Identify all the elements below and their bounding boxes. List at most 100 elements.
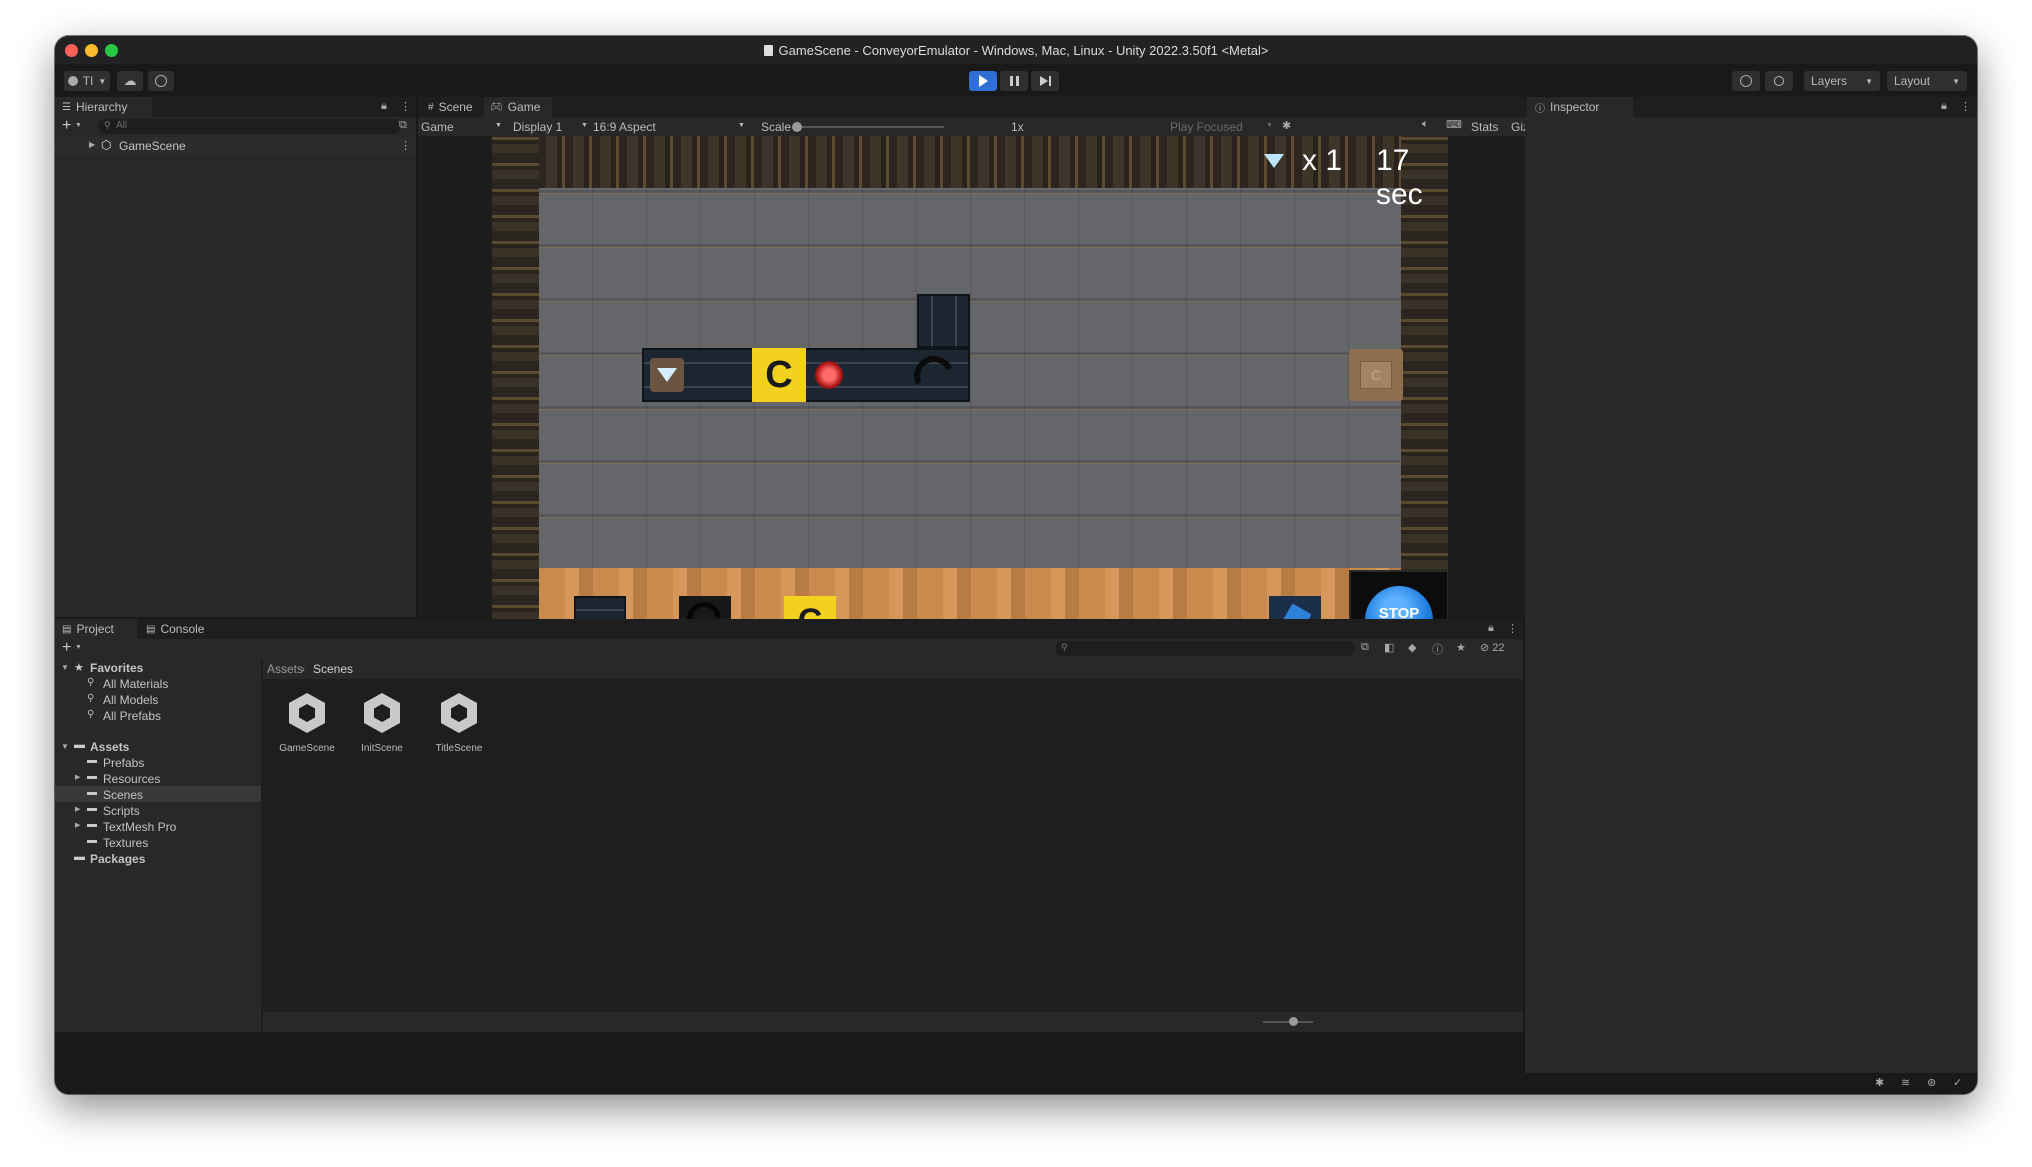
- hidden-count: 22: [1492, 642, 1505, 654]
- favorite-all-prefabs[interactable]: All Prefabs: [103, 709, 161, 723]
- play-focused-dropdown[interactable]: Play Focused ▼: [1170, 120, 1273, 134]
- window-title: GameScene - ConveyorEmulator - Windows, …: [55, 43, 1977, 58]
- status-bar: ✱ ≋ ⊛ ✓: [55, 1073, 1977, 1094]
- play-button[interactable]: [969, 71, 997, 91]
- display-dropdown[interactable]: Display 1 ▼: [513, 120, 593, 134]
- aspect-dropdown[interactable]: 16:9 Aspect ▼: [593, 120, 748, 134]
- play-icon: [978, 75, 988, 87]
- info-icon: ⓘ: [1535, 103, 1545, 115]
- scale-slider[interactable]: [792, 122, 944, 132]
- folder-prefabs[interactable]: Prefabs: [103, 756, 144, 770]
- layers-icon[interactable]: ≋: [1901, 1076, 1910, 1089]
- cloud-button[interactable]: ☁: [117, 71, 143, 91]
- lock-icon[interactable]: 🔒︎: [1941, 100, 1947, 113]
- unity-scene-icon: [359, 689, 405, 739]
- bug-icon[interactable]: ✱: [1282, 119, 1291, 132]
- collab-button[interactable]: [148, 71, 174, 91]
- game-view-dropdown[interactable]: Game ▼: [421, 120, 505, 134]
- filter-by-type-icon[interactable]: ◧: [1384, 641, 1394, 654]
- add-icon[interactable]: +: [62, 639, 71, 657]
- star-icon[interactable]: ★: [1456, 641, 1466, 654]
- chevron-down-icon[interactable]: ▼: [75, 122, 82, 129]
- tag-icon[interactable]: ◆: [1408, 641, 1416, 654]
- chevron-down-icon: ▼: [495, 122, 502, 129]
- search-icon: ⚲: [87, 709, 95, 720]
- chevron-down-icon[interactable]: ▼: [75, 644, 82, 651]
- network-icon[interactable]: ⊛: [1927, 1076, 1936, 1089]
- layers-dropdown[interactable]: Layers ▼: [1804, 71, 1880, 91]
- project-search-input[interactable]: ⚲: [1055, 641, 1355, 656]
- tab-hierarchy[interactable]: ☰ Hierarchy: [55, 97, 152, 117]
- breadcrumb-assets[interactable]: Assets: [267, 662, 303, 676]
- assets-folder[interactable]: Assets: [90, 740, 129, 754]
- lock-icon[interactable]: 🔒︎: [381, 100, 387, 113]
- layout-dropdown[interactable]: Layout ▼: [1887, 71, 1967, 91]
- search-filter-icon[interactable]: ⧉: [1361, 641, 1369, 654]
- tab-console[interactable]: ▤ Console: [140, 619, 226, 639]
- chevron-right-icon[interactable]: ▶: [89, 140, 95, 149]
- favorite-all-models[interactable]: All Models: [103, 693, 158, 707]
- bug-icon[interactable]: ✱: [1875, 1076, 1884, 1089]
- step-button[interactable]: [1031, 71, 1059, 91]
- add-icon[interactable]: +: [62, 117, 71, 135]
- warning-icon[interactable]: ⓘ: [1432, 641, 1443, 657]
- mute-audio-icon[interactable]: 🔈︎: [1422, 118, 1429, 131]
- tab-scene[interactable]: # Scene: [422, 97, 488, 117]
- cloud-icon: ☁: [123, 73, 137, 88]
- search-icon: ⚲: [104, 120, 111, 130]
- more-options-icon[interactable]: ⋮: [400, 100, 411, 113]
- chevron-right-icon[interactable]: ▶: [75, 805, 80, 813]
- pause-button[interactable]: [1000, 71, 1028, 91]
- more-options-icon[interactable]: ⋮: [400, 139, 411, 152]
- game-viewport[interactable]: x 1 17 sec C C STOP: [492, 136, 1448, 673]
- tab-project[interactable]: ▤ Project: [55, 619, 137, 639]
- scale-slider-thumb[interactable]: [792, 122, 802, 132]
- search-button[interactable]: [1765, 71, 1793, 91]
- search-icon: ⚲: [87, 677, 95, 688]
- keyboard-icon[interactable]: ⌨: [1446, 118, 1462, 131]
- unity-scene-icon: [284, 689, 330, 739]
- cardboard-box[interactable]: C: [1349, 349, 1403, 401]
- folder-resources[interactable]: Resources: [103, 772, 160, 786]
- c-tile-on-belt[interactable]: C: [752, 348, 806, 402]
- tab-game[interactable]: 🎮︎ Game: [484, 97, 552, 117]
- scene-asset-initscene[interactable]: InitScene: [347, 689, 417, 754]
- folder-textmesh-pro[interactable]: TextMesh Pro: [103, 820, 176, 834]
- chevron-right-icon: ›: [301, 662, 305, 676]
- icon-size-slider-thumb[interactable]: [1289, 1017, 1298, 1026]
- account-dropdown[interactable]: TI ▼: [64, 71, 110, 91]
- step-icon-bar: [1048, 76, 1051, 86]
- layout-label: Layout: [1894, 74, 1931, 88]
- folder-icon: ▬: [87, 819, 97, 830]
- search-filter-icon[interactable]: ⧉: [399, 119, 407, 132]
- hierarchy-search-input[interactable]: ⚲ All: [98, 119, 401, 134]
- lock-icon[interactable]: 🔒︎: [1488, 622, 1494, 635]
- history-button[interactable]: [1732, 71, 1760, 91]
- favorites-label[interactable]: Favorites: [90, 661, 143, 675]
- packages-folder[interactable]: Packages: [90, 852, 145, 866]
- favorite-all-materials[interactable]: All Materials: [103, 677, 168, 691]
- tab-inspector[interactable]: ⓘ Inspector: [1527, 97, 1633, 117]
- icon-size-slider[interactable]: [1263, 1017, 1313, 1026]
- chevron-right-icon[interactable]: ▶: [75, 821, 80, 829]
- more-options-icon[interactable]: ⋮: [1960, 100, 1971, 113]
- gem-count: x 1: [1302, 144, 1343, 177]
- more-options-icon[interactable]: ⋮: [1507, 622, 1518, 635]
- folder-scripts[interactable]: Scripts: [103, 804, 140, 818]
- stats-toggle[interactable]: Stats: [1471, 120, 1498, 134]
- scene-tabbar: # Scene 🎮︎ Game ⋮: [418, 97, 1573, 117]
- scene-asset-gamescene[interactable]: GameScene: [272, 689, 342, 754]
- folder-scenes-row[interactable]: ▬ Scenes: [55, 786, 261, 802]
- breadcrumb-scenes[interactable]: Scenes: [313, 662, 353, 676]
- chevron-right-icon[interactable]: ▶: [75, 773, 80, 781]
- folder-textures[interactable]: Textures: [103, 836, 148, 850]
- scene-asset-titlescene[interactable]: TitleScene: [424, 689, 494, 754]
- hierarchy-row-gamescene[interactable]: ▶ ⬡ GameScene ⋮: [55, 137, 416, 155]
- hidden-packages-toggle[interactable]: ⊘ 22: [1480, 641, 1505, 654]
- folder-icon: ▬: [74, 739, 85, 751]
- chevron-down-icon[interactable]: ▼: [61, 742, 69, 751]
- check-circle-icon[interactable]: ✓: [1953, 1076, 1962, 1089]
- tab-console-label: Console: [160, 622, 205, 636]
- conveyor-vertical[interactable]: [917, 294, 970, 348]
- chevron-down-icon[interactable]: ▼: [61, 663, 69, 672]
